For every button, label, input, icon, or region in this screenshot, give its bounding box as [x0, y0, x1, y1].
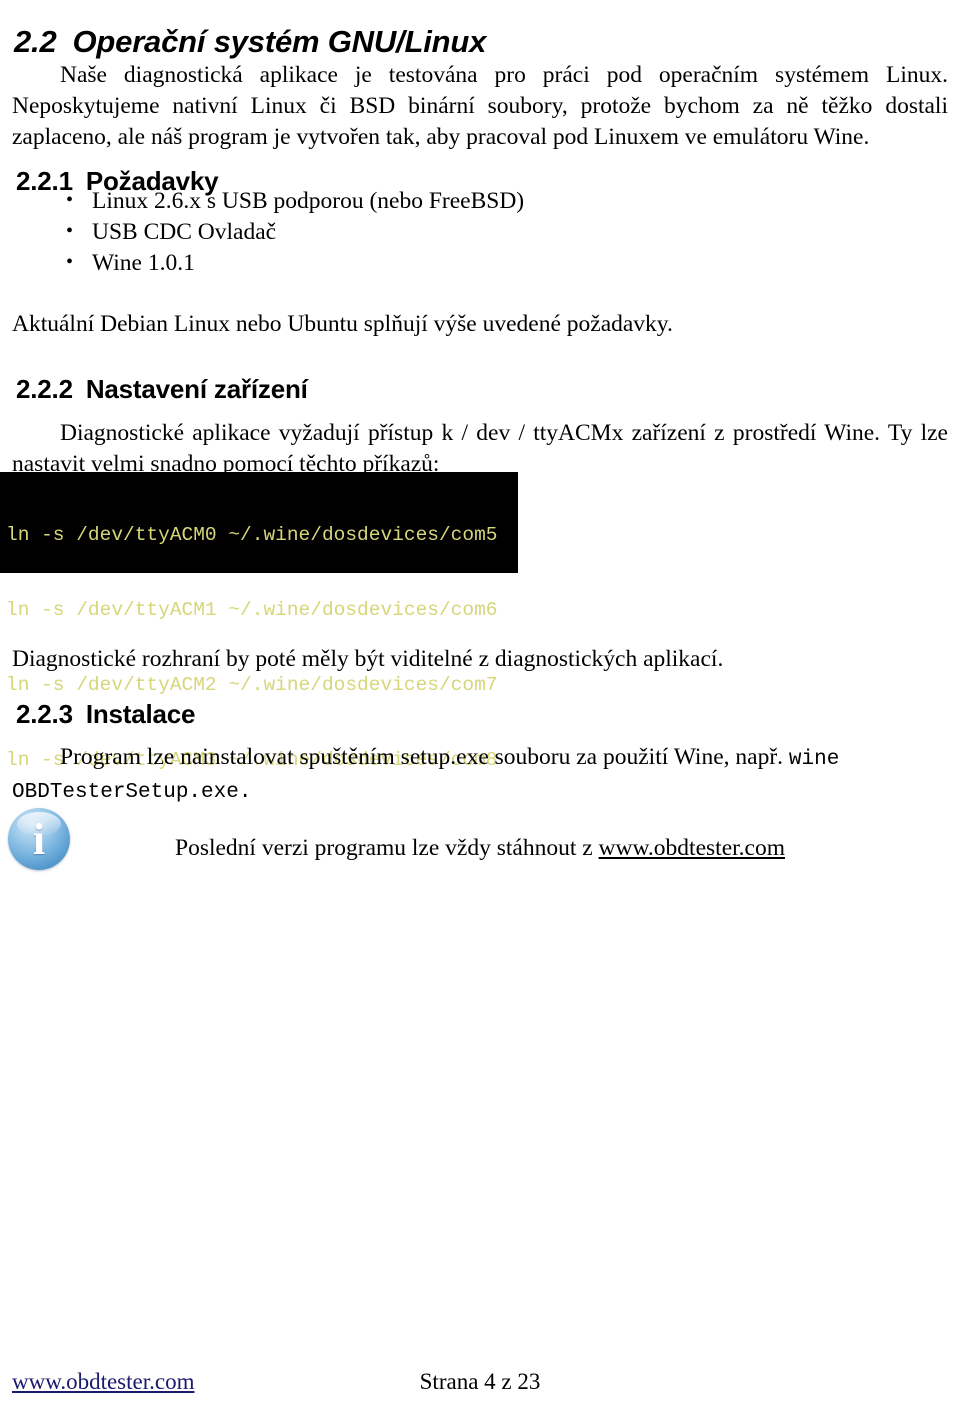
- install-text-after: .: [238, 780, 252, 804]
- download-note-text: Poslední verzi programu lze vždy stáhnou…: [175, 834, 599, 861]
- subsection-title: Nastavení zařízení: [85, 374, 308, 404]
- requirements-note: Aktuální Debian Linux nebo Ubuntu splňuj…: [12, 310, 673, 337]
- list-item: USB CDC Ovladač: [60, 216, 660, 248]
- code-line: ln -s /dev/ttyACM1 ~/.wine/dosdevices/co…: [6, 599, 498, 621]
- shell-command-block: ln -s /dev/ttyACM0 ~/.wine/dosdevices/co…: [0, 472, 518, 771]
- requirements-list: Linux 2.6.x s USB podporou (nebo FreeBSD…: [60, 185, 660, 279]
- subsection-title: Instalace: [85, 699, 196, 729]
- code-line: ln -s /dev/ttyACM0 ~/.wine/dosdevices/co…: [6, 524, 498, 546]
- info-icon: i: [8, 808, 70, 870]
- after-code-paragraph: Diagnostické rozhraní by poté měly být v…: [12, 645, 724, 672]
- list-item: Linux 2.6.x s USB podporou (nebo FreeBSD…: [60, 185, 660, 217]
- subsection-heading-2-2-2: 2.2.2 Nastavení zařízení: [16, 374, 308, 405]
- subsection-number: 2.2.2: [16, 374, 73, 404]
- info-icon-letter: i: [32, 815, 46, 864]
- download-note: Poslední verzi programu lze vždy stáhnou…: [175, 833, 955, 864]
- document-page: 2.2 Operační systém GNU/Linux Naše diagno…: [0, 0, 960, 1415]
- intro-paragraph: Naše diagnostická aplikace je testována …: [12, 61, 948, 150]
- subsection-heading-2-2-3: 2.2.3 Instalace: [16, 699, 196, 730]
- obdtester-link[interactable]: www.obdtester.com: [599, 835, 785, 861]
- requirement-text: USB CDC Ovladač: [92, 219, 277, 245]
- subsection-number: 2.2.3: [16, 699, 73, 729]
- code-line: ln -s /dev/ttyACM2 ~/.wine/dosdevices/co…: [6, 674, 498, 696]
- requirement-text: Linux 2.6.x s USB podporou (nebo FreeBSD…: [92, 188, 525, 214]
- footer-page-number: Strana 4 z 23: [419, 1369, 541, 1394]
- requirement-text: Wine 1.0.1: [92, 250, 195, 276]
- section-number: 2.2: [14, 23, 57, 59]
- install-text-before: Program lze nainstalovat spuštěním setup…: [60, 743, 789, 770]
- install-paragraph: Program lze nainstalovat spuštěním setup…: [12, 742, 948, 808]
- device-setup-paragraph: Diagnostické aplikace vyžadují přístup k…: [12, 419, 948, 477]
- section-title: Operační systém GNU/Linux: [72, 23, 487, 59]
- list-item: Wine 1.0.1: [60, 247, 660, 279]
- section-heading-2-2: 2.2 Operační systém GNU/Linux: [14, 23, 486, 60]
